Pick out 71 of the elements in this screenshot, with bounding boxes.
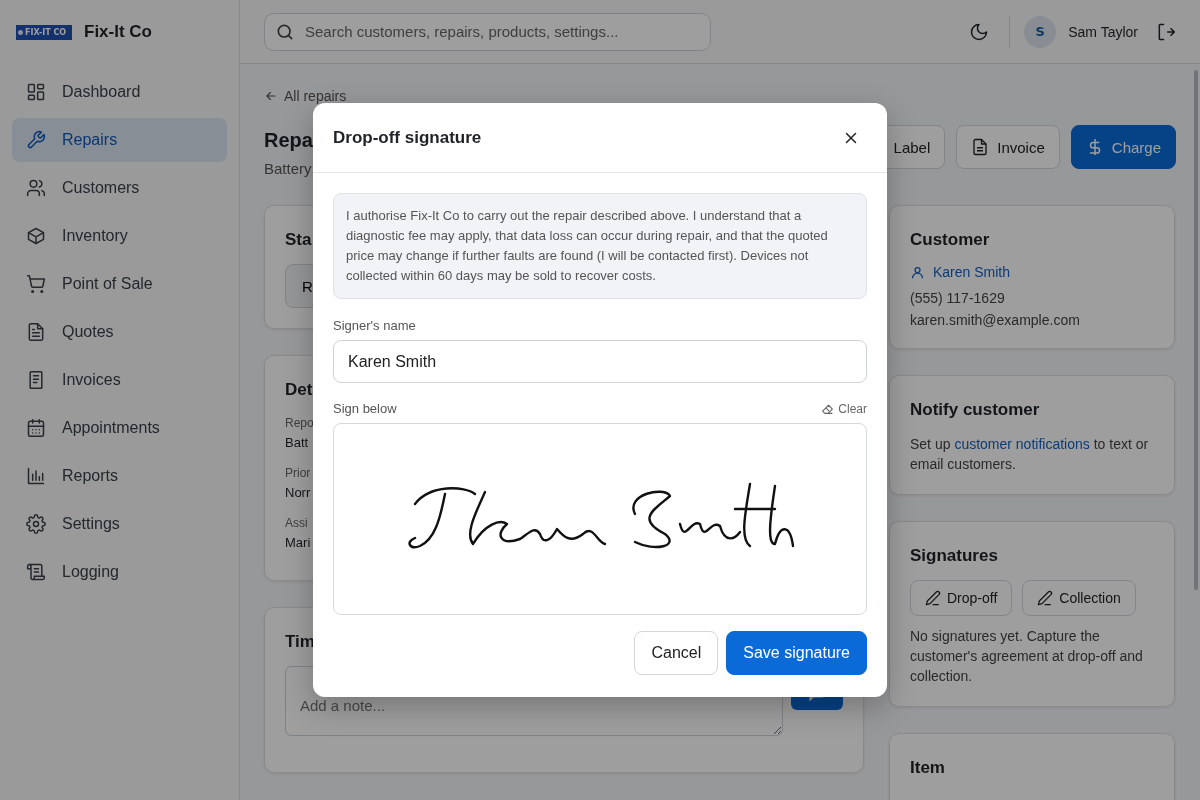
- sidebar-item[interactable]: Point of Sale: [12, 262, 227, 306]
- signature-button[interactable]: Collection: [1022, 579, 1136, 616]
- action-button[interactable]: Invoice: [956, 125, 1060, 169]
- notifications-link[interactable]: customer notifications: [954, 435, 1090, 452]
- notify-text: Set up customer notifications to text or email customers.: [910, 434, 1150, 474]
- arrow-left-icon: [264, 89, 278, 103]
- eraser-icon: [821, 402, 835, 415]
- consent-text: I authorise Fix-It Co to carry out the repair described above. I understand that a diagnostic fee may apply, that data loss can occur during repair, and that the quoted price may change if further faults are found (I will be contacted first). Devices not collected within 60 days may be sold to recover costs.: [333, 193, 867, 299]
- wrench-icon: [26, 130, 46, 150]
- calendar-icon: [26, 418, 46, 438]
- logout-icon[interactable]: [1156, 21, 1176, 42]
- cancel-button[interactable]: Cancel: [634, 631, 719, 675]
- signer-name-field[interactable]: Karen Smith: [333, 340, 867, 383]
- user-avatar[interactable]: S: [1024, 15, 1057, 48]
- card-title: Sta: [285, 230, 312, 250]
- page-subtitle: Battery: [264, 160, 313, 177]
- sidebar-item[interactable]: Quotes: [12, 310, 227, 354]
- field-value: Mari: [285, 535, 311, 550]
- signatures-note: No signatures yet. Capture the customer's agreement at drop-off and collection.: [910, 626, 1144, 686]
- customer-link[interactable]: Karen Smith: [910, 264, 1011, 280]
- bar-chart-icon: [26, 466, 46, 486]
- grid-icon: [26, 82, 46, 102]
- pen-icon: [925, 589, 941, 606]
- sidebar-item[interactable]: Repairs: [12, 118, 227, 162]
- moon-icon[interactable]: [969, 21, 990, 42]
- settings-icon: [26, 514, 46, 534]
- person-icon: [910, 264, 925, 280]
- logo: FIX-IT CO: [16, 24, 72, 40]
- charge-button[interactable]: Charge: [1070, 125, 1176, 169]
- card-title: Signatures: [910, 545, 998, 566]
- sidebar-item[interactable]: Inventory: [12, 214, 227, 258]
- document-icon: [971, 138, 990, 156]
- scroll-icon: [26, 562, 46, 582]
- card-title: Customer: [910, 230, 990, 250]
- signature-button[interactable]: Drop-off: [910, 579, 1013, 616]
- field-value: Batt: [285, 435, 309, 450]
- sidebar-item[interactable]: Appointments: [12, 406, 227, 450]
- sidebar-item[interactable]: Customers: [12, 166, 227, 210]
- document-icon: [26, 322, 46, 342]
- sidebar-item[interactable]: Invoices: [12, 358, 227, 402]
- brand-name: Fix-It Co: [84, 22, 152, 42]
- clear-button[interactable]: Clear: [821, 401, 867, 416]
- card-title: Item: [910, 757, 945, 778]
- page-title: Repa: [264, 129, 313, 152]
- sidebar-item[interactable]: Logging: [12, 550, 227, 594]
- user-name: Sam Taylor: [1068, 23, 1138, 40]
- dialog-title: Drop-off signature: [333, 127, 482, 148]
- card-title: Tim: [285, 632, 315, 652]
- signature-pad[interactable]: [333, 423, 867, 615]
- card-title: Det: [285, 380, 313, 400]
- cart-icon: [26, 274, 46, 294]
- field-label: Repo: [285, 416, 314, 430]
- sidebar-item[interactable]: Dashboard: [12, 70, 227, 114]
- field-label: Signer's name: [333, 318, 417, 333]
- sidebar-item[interactable]: Reports: [12, 454, 227, 498]
- field-label: Sign below: [333, 401, 397, 416]
- field-value: Norr: [285, 485, 311, 500]
- box-icon: [26, 226, 46, 246]
- pen-icon: [1037, 589, 1054, 606]
- receipt-icon: [26, 370, 46, 390]
- phone-number: (555) 117-1629: [910, 289, 1006, 306]
- scrollbar-thumb[interactable]: [1194, 70, 1198, 590]
- back-link[interactable]: All repairs: [264, 88, 347, 104]
- card-title: Notify customer: [910, 399, 1040, 420]
- save-button[interactable]: Save signature: [726, 631, 867, 675]
- sidebar-item[interactable]: Settings: [12, 502, 227, 546]
- search-field[interactable]: Search customers, repairs, products, settings...: [264, 12, 711, 51]
- people-icon: [26, 178, 46, 198]
- field-label: Assi: [285, 516, 308, 530]
- email-address: karen.smith@example.com: [910, 311, 1081, 328]
- field-label: Prior: [285, 466, 311, 480]
